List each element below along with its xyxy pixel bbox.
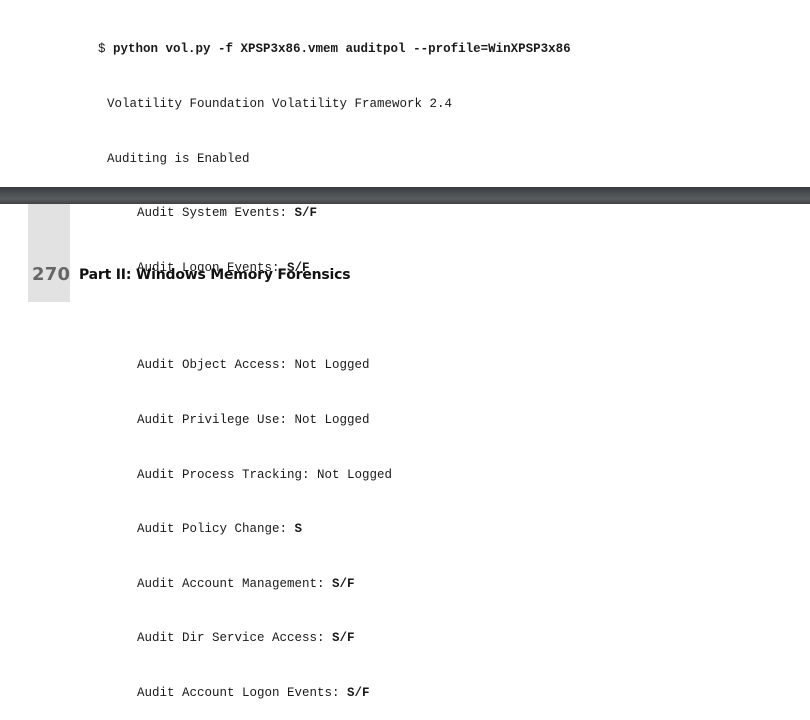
page-number: 270: [32, 264, 71, 285]
command-text: python vol.py -f XPSP3x86.vmem auditpol …: [113, 42, 571, 57]
output-value: S/F: [347, 686, 370, 701]
page-number-tab: [28, 204, 70, 302]
output-value: S/F: [332, 576, 355, 591]
output-line: Auditing is Enabled: [98, 150, 571, 168]
output-label: Audit Object Access:: [137, 358, 295, 373]
output-label: Audit Process Tracking:: [137, 467, 318, 482]
output-label: Auditing is Enabled: [107, 151, 250, 166]
output-line: Audit Dir Service Access: S/F: [137, 629, 392, 647]
output-label: Audit Account Management:: [137, 576, 333, 591]
output-label: Audit Dir Service Access:: [137, 631, 333, 646]
page-break-bar: [0, 187, 810, 204]
output-label: Audit Policy Change:: [137, 522, 295, 537]
code-listing-bottom: Audit Object Access: Not Logged Audit Pr…: [137, 320, 392, 720]
output-value: S: [294, 522, 303, 537]
output-line: Audit Privilege Use: Not Logged: [137, 411, 392, 429]
output-label: Audit Privilege Use:: [137, 413, 295, 428]
output-line: Audit System Events: S/F: [98, 204, 571, 222]
output-value: Not Logged: [294, 358, 370, 373]
command-line: $ python vol.py -f XPSP3x86.vmem auditpo…: [98, 40, 571, 58]
output-label: Audit Account Logon Events:: [137, 686, 348, 701]
output-line: Audit Account Logon Events: S/F: [137, 684, 392, 702]
shell-prompt: $: [98, 42, 114, 57]
output-line: Audit Account Management: S/F: [137, 575, 392, 593]
output-value: Not Logged: [294, 413, 370, 428]
output-value: S/F: [294, 206, 318, 221]
output-value: S/F: [332, 631, 355, 646]
output-line: Audit Process Tracking: Not Logged: [137, 466, 392, 484]
output-value: Not Logged: [317, 467, 393, 482]
output-label: Volatility Foundation Volatility Framewo…: [107, 97, 453, 112]
running-header-title: Part II: Windows Memory Forensics: [79, 267, 351, 283]
output-line: Audit Policy Change: S: [137, 520, 392, 538]
output-line: Audit Object Access: Not Logged: [137, 356, 392, 374]
output-label: Audit System Events:: [137, 206, 295, 221]
output-line: Volatility Foundation Volatility Framewo…: [98, 95, 571, 113]
code-listing-top: $ python vol.py -f XPSP3x86.vmem auditpo…: [98, 4, 571, 295]
